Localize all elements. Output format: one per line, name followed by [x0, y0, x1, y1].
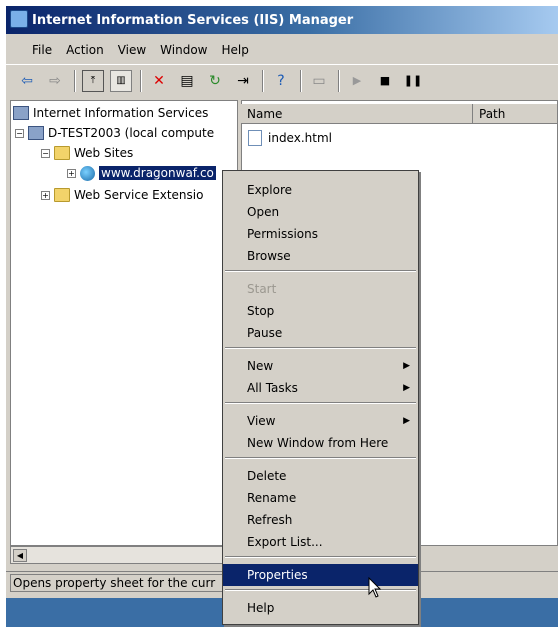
iis-app-icon: [10, 10, 28, 28]
menu-file[interactable]: File: [32, 43, 52, 57]
list-item[interactable]: index.html: [248, 128, 332, 148]
menu-view[interactable]: View: [118, 43, 146, 57]
toolbar-separator: [338, 69, 340, 92]
collapse-icon[interactable]: −: [15, 128, 24, 138]
tree-node-root[interactable]: Internet Information Services: [13, 103, 208, 123]
menu-item-open[interactable]: Open: [223, 201, 418, 223]
folder-icon: [54, 146, 70, 160]
tree-label-web-sites: Web Sites: [74, 146, 134, 160]
status-text: Opens property sheet for the curr: [10, 573, 226, 592]
menu-item-new-window[interactable]: New Window from Here: [223, 432, 418, 454]
show-tree-icon[interactable]: ▥: [110, 69, 132, 92]
collapse-icon[interactable]: −: [41, 148, 50, 158]
tree-node-site[interactable]: + www.dragonwaf.co: [67, 163, 216, 183]
menu-item-all-tasks-label: All Tasks: [247, 381, 298, 395]
menu-bar: File Action View Window Help: [6, 38, 558, 62]
help-icon[interactable]: ?: [270, 70, 292, 92]
menu-item-refresh[interactable]: Refresh: [223, 509, 418, 531]
up-folder-icon[interactable]: ⤒: [82, 69, 104, 92]
back-arrow-icon[interactable]: ⇦: [16, 70, 38, 92]
menu-window[interactable]: Window: [160, 43, 207, 57]
menu-item-browse[interactable]: Browse: [223, 245, 418, 267]
menu-item-pause[interactable]: Pause: [223, 322, 418, 344]
menu-item-export-list[interactable]: Export List...: [223, 531, 418, 553]
menu-separator: [225, 347, 416, 349]
tree-node-web-sites[interactable]: − Web Sites: [41, 143, 133, 163]
submenu-arrow-icon: ▶: [403, 416, 410, 426]
menu-item-stop[interactable]: Stop: [223, 300, 418, 322]
menu-item-start: Start: [247, 282, 277, 296]
menu-help[interactable]: Help: [222, 43, 249, 57]
toolbar-separator: [300, 69, 302, 92]
refresh-icon[interactable]: ↻: [204, 70, 226, 92]
pause-icon[interactable]: ❚❚: [402, 70, 424, 92]
tree-label-server: D-TEST2003 (local compute: [48, 126, 215, 140]
folder-icon: [54, 188, 70, 202]
tree-label-extensions: Web Service Extensio: [74, 188, 204, 202]
column-header-name[interactable]: Name: [241, 104, 473, 124]
tree-label-root: Internet Information Services: [33, 106, 209, 120]
tree-node-extensions[interactable]: + Web Service Extensio: [41, 185, 203, 205]
menu-item-view-label: View: [247, 414, 276, 428]
title-bar: Internet Information Services (IIS) Mana…: [6, 6, 558, 34]
iis-root-icon: [13, 106, 29, 120]
column-header-path[interactable]: Path: [473, 104, 558, 124]
tree-label-site: www.dragonwaf.co: [99, 166, 216, 180]
menu-item-view[interactable]: View ▶: [223, 410, 418, 432]
menu-separator: [225, 589, 416, 591]
toolbar: ⇦ ⇨ ⤒ ▥ ✕ ▤ ↻ ⇥ ? ▭ ▶ ■ ❚❚: [6, 64, 558, 96]
menu-item-delete[interactable]: Delete: [223, 465, 418, 487]
toolbar-separator: [262, 69, 264, 92]
expand-icon[interactable]: +: [67, 168, 76, 178]
mouse-pointer-icon: [368, 577, 382, 598]
tree-horizontal-scrollbar[interactable]: ◀: [10, 546, 238, 564]
submenu-arrow-icon: ▶: [403, 361, 410, 371]
properties-icon[interactable]: ▤: [176, 70, 198, 92]
play-icon[interactable]: ▶: [346, 70, 368, 92]
context-menu: Explore Open Permissions Browse Start St…: [222, 170, 419, 625]
toolbar-separator: [140, 69, 142, 92]
menu-separator: [225, 270, 416, 272]
export-icon[interactable]: ⇥: [232, 70, 254, 92]
delete-icon[interactable]: ✕: [148, 70, 170, 92]
menu-item-permissions[interactable]: Permissions: [223, 223, 418, 245]
server-icon: [28, 126, 44, 140]
menu-item-rename[interactable]: Rename: [223, 487, 418, 509]
toolbar-separator: [74, 69, 76, 92]
menu-separator: [225, 556, 416, 558]
html-file-icon: [248, 130, 262, 146]
scroll-left-icon[interactable]: ◀: [13, 549, 27, 562]
window-title: Internet Information Services (IIS) Mana…: [32, 12, 354, 28]
menu-separator: [225, 402, 416, 404]
menu-separator: [225, 457, 416, 459]
menu-item-explore[interactable]: Explore: [223, 179, 418, 201]
menu-item-properties[interactable]: Properties: [223, 564, 418, 586]
expand-icon[interactable]: +: [41, 190, 50, 200]
menu-action[interactable]: Action: [66, 43, 104, 57]
computer-icon[interactable]: ▭: [308, 70, 330, 92]
forward-arrow-icon[interactable]: ⇨: [44, 70, 66, 92]
submenu-arrow-icon: ▶: [403, 383, 410, 393]
menu-item-help[interactable]: Help: [223, 597, 418, 619]
list-header: Name Path: [241, 104, 558, 124]
menu-item-new[interactable]: New ▶: [223, 355, 418, 377]
website-globe-icon: [80, 165, 95, 181]
tree-pane[interactable]: Internet Information Services − D-TEST20…: [10, 100, 238, 546]
stop-icon[interactable]: ■: [374, 70, 396, 92]
menu-item-new-label: New: [247, 359, 274, 373]
tree-node-server[interactable]: − D-TEST2003 (local compute: [15, 123, 214, 143]
menu-item-all-tasks[interactable]: All Tasks ▶: [223, 377, 418, 399]
list-item-name: index.html: [268, 131, 332, 145]
